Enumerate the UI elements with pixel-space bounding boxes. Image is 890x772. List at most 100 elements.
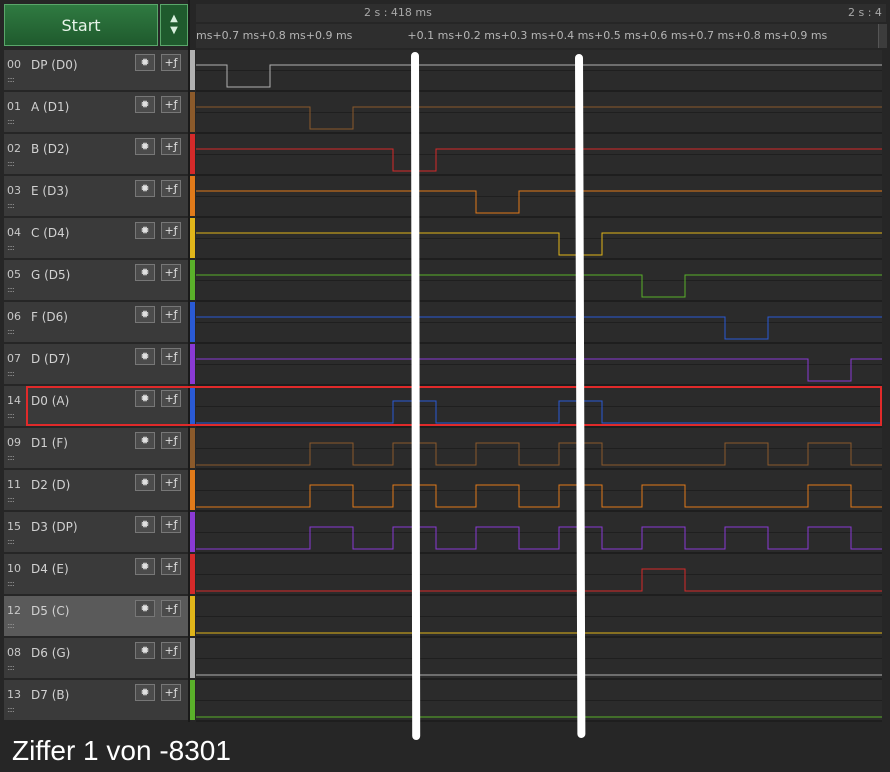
- signal-trace: [196, 64, 882, 88]
- trigger-icon[interactable]: +ƒ: [161, 474, 181, 491]
- trigger-icon[interactable]: +ƒ: [161, 96, 181, 113]
- drag-handle-icon[interactable]: ::::: [7, 285, 15, 294]
- channel-number: 05: [7, 268, 21, 281]
- gear-icon[interactable]: ✹: [135, 180, 155, 197]
- drag-handle-icon[interactable]: ::::: [7, 327, 15, 336]
- channel-name[interactable]: C (D4): [31, 226, 69, 240]
- channel-row[interactable]: 13:::: D7 (B) ✹ +ƒ: [4, 680, 188, 722]
- channel-name[interactable]: DP (D0): [31, 58, 78, 72]
- ruler-ticks-left: ms+0.7 ms+0.8 ms+0.9 ms: [196, 29, 353, 42]
- channel-row[interactable]: 00:::: DP (D0) ✹ +ƒ: [4, 50, 188, 92]
- time-ruler-ticks[interactable]: ms+0.7 ms+0.8 ms+0.9 ms +0.1 ms+0.2 ms+0…: [196, 24, 886, 48]
- channel-name[interactable]: B (D2): [31, 142, 69, 156]
- drag-handle-icon[interactable]: ::::: [7, 159, 15, 168]
- chevron-down-icon[interactable]: ▼: [170, 25, 178, 37]
- channel-row[interactable]: 08:::: D6 (G) ✹ +ƒ: [4, 638, 188, 680]
- drag-handle-icon[interactable]: ::::: [7, 369, 15, 378]
- channel-row[interactable]: 03:::: E (D3) ✹ +ƒ: [4, 176, 188, 218]
- drag-handle-icon[interactable]: ::::: [7, 117, 15, 126]
- channel-number: 03: [7, 184, 21, 197]
- trigger-icon[interactable]: +ƒ: [161, 600, 181, 617]
- channel-name[interactable]: D (D7): [31, 352, 70, 366]
- trigger-icon[interactable]: +ƒ: [161, 432, 181, 449]
- drag-handle-icon[interactable]: ::::: [7, 201, 15, 210]
- waveform-area[interactable]: [196, 50, 886, 722]
- gear-icon[interactable]: ✹: [135, 432, 155, 449]
- channel-name[interactable]: D5 (C): [31, 604, 69, 618]
- gear-icon[interactable]: ✹: [135, 222, 155, 239]
- gear-icon[interactable]: ✹: [135, 516, 155, 533]
- drag-handle-icon[interactable]: ::::: [7, 243, 15, 252]
- channel-name[interactable]: D1 (F): [31, 436, 68, 450]
- panel-divider[interactable]: [188, 0, 190, 722]
- gear-icon[interactable]: ✹: [135, 264, 155, 281]
- gear-icon[interactable]: ✹: [135, 348, 155, 365]
- gear-icon[interactable]: ✹: [135, 306, 155, 323]
- channel-name[interactable]: D0 (A): [31, 394, 69, 408]
- start-button[interactable]: Start: [4, 4, 158, 46]
- drag-handle-icon[interactable]: ::::: [7, 411, 15, 420]
- drag-handle-icon[interactable]: ::::: [7, 495, 15, 504]
- channel-row[interactable]: 04:::: C (D4) ✹ +ƒ: [4, 218, 188, 260]
- channel-row[interactable]: 05:::: G (D5) ✹ +ƒ: [4, 260, 188, 302]
- trigger-icon[interactable]: +ƒ: [161, 516, 181, 533]
- channel-row[interactable]: 10:::: D4 (E) ✹ +ƒ: [4, 554, 188, 596]
- channel-row[interactable]: 06:::: F (D6) ✹ +ƒ: [4, 302, 188, 344]
- signal-trace: [196, 358, 882, 382]
- channel-row[interactable]: 07:::: D (D7) ✹ +ƒ: [4, 344, 188, 386]
- signal-trace: [196, 526, 882, 550]
- trigger-icon[interactable]: +ƒ: [161, 222, 181, 239]
- gear-icon[interactable]: ✹: [135, 684, 155, 701]
- trigger-icon[interactable]: +ƒ: [161, 180, 181, 197]
- trigger-icon[interactable]: +ƒ: [161, 684, 181, 701]
- channel-row[interactable]: 02:::: B (D2) ✹ +ƒ: [4, 134, 188, 176]
- drag-handle-icon[interactable]: ::::: [7, 705, 15, 714]
- start-spinner[interactable]: ▲ ▼: [160, 4, 188, 46]
- drag-handle-icon[interactable]: ::::: [7, 453, 15, 462]
- signal-trace: [196, 148, 882, 172]
- channel-row[interactable]: 15:::: D3 (DP) ✹ +ƒ: [4, 512, 188, 554]
- trigger-icon[interactable]: +ƒ: [161, 54, 181, 71]
- gear-icon[interactable]: ✹: [135, 390, 155, 407]
- signal-trace: [196, 274, 882, 298]
- channel-name[interactable]: A (D1): [31, 100, 69, 114]
- channel-row[interactable]: 11:::: D2 (D) ✹ +ƒ: [4, 470, 188, 512]
- channel-row[interactable]: 14:::: D0 (A) ✹ +ƒ: [4, 386, 188, 428]
- channel-name[interactable]: G (D5): [31, 268, 70, 282]
- drag-handle-icon[interactable]: ::::: [7, 621, 15, 630]
- trigger-icon[interactable]: +ƒ: [161, 138, 181, 155]
- trigger-icon[interactable]: +ƒ: [161, 558, 181, 575]
- gear-icon[interactable]: ✹: [135, 96, 155, 113]
- trigger-icon[interactable]: +ƒ: [161, 390, 181, 407]
- timing-marker-1[interactable]: [411, 51, 421, 740]
- drag-handle-icon[interactable]: ::::: [7, 537, 15, 546]
- channel-name[interactable]: F (D6): [31, 310, 68, 324]
- vertical-scrollbar[interactable]: [878, 24, 887, 48]
- channel-name[interactable]: D4 (E): [31, 562, 69, 576]
- channel-name[interactable]: E (D3): [31, 184, 69, 198]
- drag-handle-icon[interactable]: ::::: [7, 663, 15, 672]
- gear-icon[interactable]: ✹: [135, 642, 155, 659]
- trigger-icon[interactable]: +ƒ: [161, 306, 181, 323]
- signal-trace: [196, 232, 882, 256]
- channel-name[interactable]: D6 (G): [31, 646, 70, 660]
- channel-name[interactable]: D3 (DP): [31, 520, 78, 534]
- channel-row[interactable]: 12:::: D5 (C) ✹ +ƒ: [4, 596, 188, 638]
- trigger-icon[interactable]: +ƒ: [161, 642, 181, 659]
- gear-icon[interactable]: ✹: [135, 558, 155, 575]
- channel-name[interactable]: D2 (D): [31, 478, 70, 492]
- gear-icon[interactable]: ✹: [135, 474, 155, 491]
- gear-icon[interactable]: ✹: [135, 138, 155, 155]
- gear-icon[interactable]: ✹: [135, 54, 155, 71]
- drag-handle-icon[interactable]: ::::: [7, 579, 15, 588]
- chevron-up-icon[interactable]: ▲: [170, 13, 178, 25]
- ruler-ticks-right: +0.1 ms+0.2 ms+0.3 ms+0.4 ms+0.5 ms+0.6 …: [407, 29, 828, 42]
- channel-row[interactable]: 01:::: A (D1) ✹ +ƒ: [4, 92, 188, 134]
- gear-icon[interactable]: ✹: [135, 600, 155, 617]
- channel-row[interactable]: 09:::: D1 (F) ✹ +ƒ: [4, 428, 188, 470]
- trigger-icon[interactable]: +ƒ: [161, 348, 181, 365]
- channel-name[interactable]: D7 (B): [31, 688, 69, 702]
- trigger-icon[interactable]: +ƒ: [161, 264, 181, 281]
- signal-trace: [196, 484, 882, 508]
- drag-handle-icon[interactable]: ::::: [7, 75, 15, 84]
